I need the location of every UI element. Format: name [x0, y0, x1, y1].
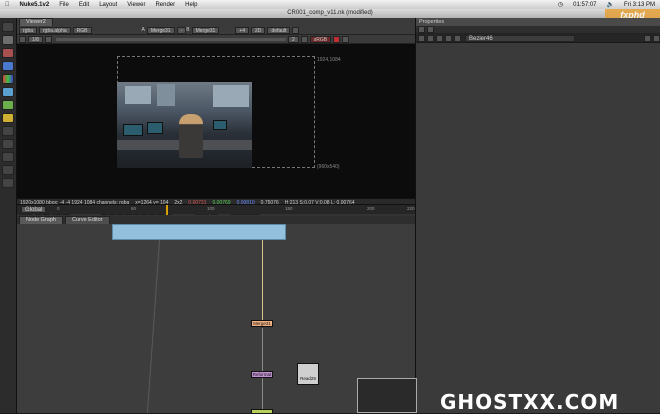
datetime[interactable]: Fri 3:13 PM — [619, 2, 660, 8]
frame-field[interactable]: 1/8 — [28, 35, 43, 43]
image-tool-icon[interactable] — [2, 22, 14, 32]
clock-icon: ◷ — [557, 2, 564, 8]
gain-slider[interactable] — [55, 37, 286, 41]
proxy-icon[interactable] — [300, 35, 308, 43]
channel-tool-icon[interactable] — [2, 61, 14, 71]
transform-tool-icon[interactable] — [2, 126, 14, 136]
input-b-label: B — [186, 27, 190, 33]
tool-palette — [0, 18, 17, 413]
window-titlebar: CR001_comp_v11.nk (modified) — [0, 9, 660, 18]
channels-dropdown[interactable]: rgba — [19, 26, 38, 34]
timeline-scope-dropdown[interactable]: Global — [21, 206, 47, 213]
properties-panel: Properties Bezier46 — [415, 18, 660, 413]
viewer-controls-row2: 1/8 2 sRGB — [17, 35, 415, 44]
node-graph-tabs: Node Graph Curve Editor — [17, 216, 415, 224]
node-name-field[interactable]: Bezier46 — [465, 34, 575, 42]
metadata-tool-icon[interactable] — [2, 165, 14, 175]
viewer-node[interactable] — [251, 409, 273, 413]
node-help-icon[interactable] — [644, 34, 651, 42]
views-tool-icon[interactable] — [2, 152, 14, 162]
frame-label-top-right: 1924,1084 — [317, 57, 341, 63]
timeline-tick: 0 — [57, 206, 60, 211]
tab-viewer2[interactable]: Viewer2 — [19, 18, 53, 26]
filter-tool-icon[interactable] — [2, 87, 14, 97]
viewer-image — [117, 82, 252, 168]
app-menu[interactable]: Nuke5.1v2 — [15, 2, 55, 8]
menu-bar:  Nuke5.1v2 File Edit Layout Viewer Rend… — [0, 0, 660, 9]
colorspace-dropdown[interactable]: RGB — [72, 26, 92, 34]
connection-wire — [262, 240, 263, 322]
volume-icon[interactable]: 🔈 — [602, 1, 619, 8]
viewer-canvas[interactable]: 1924,1084 (960x540) — [17, 44, 415, 198]
node-graph-panel: Node Graph Curve Editor Merge31 Reformat… — [17, 216, 415, 413]
viewer-panel: Viewer2 rgba rgba.alpha RGB A Merge31 - … — [17, 18, 415, 216]
timeline-tick: 220 — [407, 206, 415, 211]
timeline[interactable]: Global 0 50 100 150 200 220 — [17, 204, 415, 215]
view-mode-dropdown[interactable]: 2D — [251, 26, 266, 34]
lock-icon[interactable] — [292, 26, 300, 34]
node-close-icon[interactable] — [653, 34, 660, 42]
menu-edit[interactable]: Edit — [74, 2, 94, 8]
properties-title: Properties — [416, 18, 660, 26]
display-lut-dropdown[interactable]: sRGB — [309, 35, 332, 43]
backdrop-node[interactable] — [112, 224, 286, 240]
clip-warning-icon[interactable] — [333, 35, 341, 43]
draw-tool-icon[interactable] — [2, 35, 14, 45]
node-color-icon[interactable] — [427, 34, 434, 42]
frame-prev-icon[interactable] — [19, 35, 26, 43]
lut-dropdown[interactable]: default — [267, 26, 291, 34]
timeline-playhead[interactable] — [165, 205, 168, 215]
3d-tool-icon[interactable] — [2, 139, 14, 149]
frame-label-bottom-right: (960x540) — [317, 164, 340, 170]
time-tool-icon[interactable] — [2, 48, 14, 58]
input-b-dropdown[interactable]: Merge31 — [191, 26, 220, 34]
read-node[interactable]: Read29 — [297, 363, 319, 385]
clear-panels-icon[interactable] — [427, 26, 434, 33]
menu-viewer[interactable]: Viewer — [122, 2, 150, 8]
properties-toolbar — [416, 26, 660, 34]
menu-file[interactable]: File — [54, 2, 74, 8]
watermark: GHOSTXX.COM — [440, 390, 620, 414]
input-a-label: A — [141, 27, 145, 33]
zoom-dropdown[interactable]: +4 — [235, 26, 250, 34]
alpha-dropdown[interactable]: rgba.alpha — [39, 26, 71, 34]
timeline-tick: 50 — [131, 206, 137, 211]
properties-node-bar: Bezier46 — [416, 34, 660, 43]
node-undo-icon[interactable] — [445, 34, 452, 42]
wipe-dropdown[interactable]: - — [176, 26, 187, 34]
timer-readout: 01:57:07 — [573, 1, 597, 8]
node-float-icon[interactable] — [436, 34, 443, 42]
viewer-tabs: Viewer2 — [17, 18, 415, 26]
menu-render[interactable]: Render — [150, 2, 180, 8]
timeline-tick: 150 — [285, 206, 293, 211]
viewer-thumbnail — [357, 378, 417, 413]
merge-node[interactable]: Merge31 — [251, 320, 273, 327]
connection-wire — [146, 240, 161, 413]
input-a-dropdown[interactable]: Merge31 — [146, 26, 175, 34]
reformat-node[interactable]: Reformat — [251, 371, 273, 378]
other-tool-icon[interactable] — [2, 178, 14, 188]
node-redo-icon[interactable] — [454, 34, 461, 42]
timeline-tick: 100 — [207, 206, 215, 211]
max-panels-icon[interactable] — [418, 26, 425, 33]
gain-icon[interactable] — [44, 35, 52, 43]
connection-wire — [262, 378, 263, 413]
apple-icon[interactable]:  — [0, 2, 15, 8]
menu-layout[interactable]: Layout — [94, 2, 122, 8]
roi-icon[interactable] — [342, 35, 350, 43]
tab-curve-editor[interactable]: Curve Editor — [64, 216, 110, 224]
menu-help[interactable]: Help — [180, 2, 202, 8]
tab-node-graph[interactable]: Node Graph — [19, 216, 63, 224]
gamma-field[interactable]: 2 — [287, 35, 299, 43]
node-collapse-icon[interactable] — [418, 34, 425, 42]
viewer-controls-row1: rgba rgba.alpha RGB A Merge31 - B Merge3… — [17, 26, 415, 35]
timeline-tick: 200 — [367, 206, 375, 211]
color-tool-icon[interactable] — [2, 74, 14, 84]
window-title: CR001_comp_v11.nk (modified) — [287, 10, 373, 16]
connection-wire — [262, 328, 263, 374]
merge-tool-icon[interactable] — [2, 113, 14, 123]
keyer-tool-icon[interactable] — [2, 100, 14, 110]
